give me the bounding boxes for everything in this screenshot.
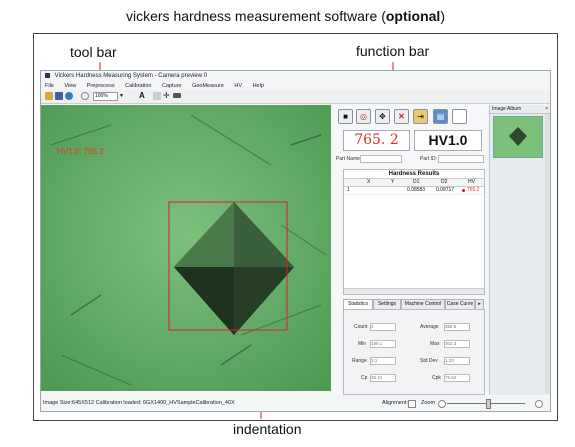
table-title: Hardness Results: [344, 170, 484, 179]
col-y: Y: [391, 179, 395, 185]
hardness-results-table: Hardness Results X Y D1 D2 HV 1 0.08583 …: [343, 169, 485, 295]
hv-scale-readout: HV1.0: [414, 130, 482, 151]
grid-icon[interactable]: [153, 92, 161, 100]
close-icon[interactable]: ×: [545, 105, 548, 113]
save-icon[interactable]: [55, 92, 63, 100]
function-camera-button[interactable]: ■: [338, 109, 353, 124]
zoom-select[interactable]: 100%: [93, 92, 118, 101]
status-text: Image Size:645X512 Calibration loaded: 6…: [43, 400, 235, 406]
menu-hv[interactable]: HV: [234, 83, 242, 89]
open-folder-icon[interactable]: [45, 92, 53, 100]
menu-preprocess[interactable]: Preprocess: [87, 83, 115, 89]
cpk-field: 75.84: [444, 374, 470, 382]
count-field: 2: [370, 323, 396, 331]
menu-capture[interactable]: Capture: [162, 83, 182, 89]
tool-bar: 100% ▼ A ✛: [41, 90, 550, 104]
crosshair-icon[interactable]: ✛: [163, 92, 171, 100]
cp-field: 26.41: [370, 374, 396, 382]
col-x: X: [367, 179, 371, 185]
camera-image-view[interactable]: HV1.0: 765.2: [41, 105, 331, 391]
min-field: 199.1: [370, 340, 396, 348]
menu-help[interactable]: Help: [253, 83, 264, 89]
chevron-down-icon[interactable]: ▼: [119, 93, 124, 99]
part-name-field[interactable]: [360, 155, 402, 163]
function-measure-button[interactable]: ◎: [356, 109, 371, 124]
menu-view[interactable]: View: [64, 83, 76, 89]
table-row[interactable]: 1 0.08583 0.08717 765.2: [344, 187, 484, 195]
thumbnail-image: [509, 127, 527, 146]
zoom-label: Zoom: [421, 400, 436, 406]
zoom-in-icon[interactable]: [535, 400, 543, 408]
range-field: 3.1: [370, 357, 396, 365]
col-d2: D2: [441, 179, 448, 185]
overlay-hv-label: HV1.0: 765.2: [57, 147, 104, 156]
zoom-slider-handle[interactable]: [486, 399, 491, 409]
function-move-button[interactable]: ✥: [375, 109, 390, 124]
alignment-icon[interactable]: [408, 400, 416, 408]
statistics-panel: Count 2 Average 355.6 Min 199.1 Max 302.…: [343, 309, 485, 395]
display-icon[interactable]: [173, 93, 181, 98]
table-scrollbar[interactable]: [344, 288, 484, 294]
function-blank-button[interactable]: [452, 109, 467, 124]
image-album-panel: Image Album ×: [489, 105, 550, 395]
zoom-out-icon[interactable]: [438, 400, 446, 408]
row-status-icon: [462, 189, 465, 192]
col-hv: HV: [468, 179, 475, 185]
function-delete-button[interactable]: ✕: [394, 109, 409, 124]
table-header: X Y D1 D2 HV: [344, 179, 484, 187]
panel-tabs: Statistics Settings Machine Control Case…: [343, 299, 484, 310]
std-dev-field: 1.33: [444, 357, 470, 365]
results-panel: ■ ◎ ✥ ✕ ⇥ ▤ 765. 2 HV1.0 Part Name: Part…: [334, 105, 486, 395]
status-bar: Image Size:645X512 Calibration loaded: 6…: [41, 397, 550, 409]
album-scrollbar[interactable]: [545, 114, 550, 394]
menu-calibration[interactable]: Calibration: [125, 83, 151, 89]
col-d1: D1: [413, 179, 420, 185]
menu-bar: File View Preprocess Calibration Capture…: [41, 82, 554, 90]
app-logo-icon: [45, 72, 50, 78]
album-title: Image Album ×: [490, 105, 550, 114]
max-field: 302.3: [444, 340, 470, 348]
function-export-button[interactable]: ⇥: [413, 109, 428, 124]
app-window: Vickers Hardness Measuring System - Came…: [40, 70, 551, 412]
alignment-label: Alignment:: [382, 400, 408, 406]
camera-icon[interactable]: [65, 92, 73, 100]
menu-file[interactable]: File: [45, 83, 54, 89]
part-name-label: Part Name:: [336, 156, 362, 162]
function-report-button[interactable]: ▤: [433, 109, 448, 124]
window-title: Vickers Hardness Measuring System - Came…: [41, 71, 550, 82]
part-id-label: Part ID:: [420, 156, 437, 162]
hv-value-readout: 765. 2: [343, 130, 410, 151]
menu-geomeasure[interactable]: GeoMeasure: [192, 83, 224, 89]
zoom-tool-icon[interactable]: [81, 92, 89, 100]
camera-image: HV1.0: 765.2: [41, 105, 331, 391]
album-thumbnail[interactable]: [493, 116, 543, 158]
part-id-field[interactable]: [438, 155, 484, 163]
text-tool-icon[interactable]: A: [139, 92, 147, 100]
average-field: 355.6: [444, 323, 470, 331]
